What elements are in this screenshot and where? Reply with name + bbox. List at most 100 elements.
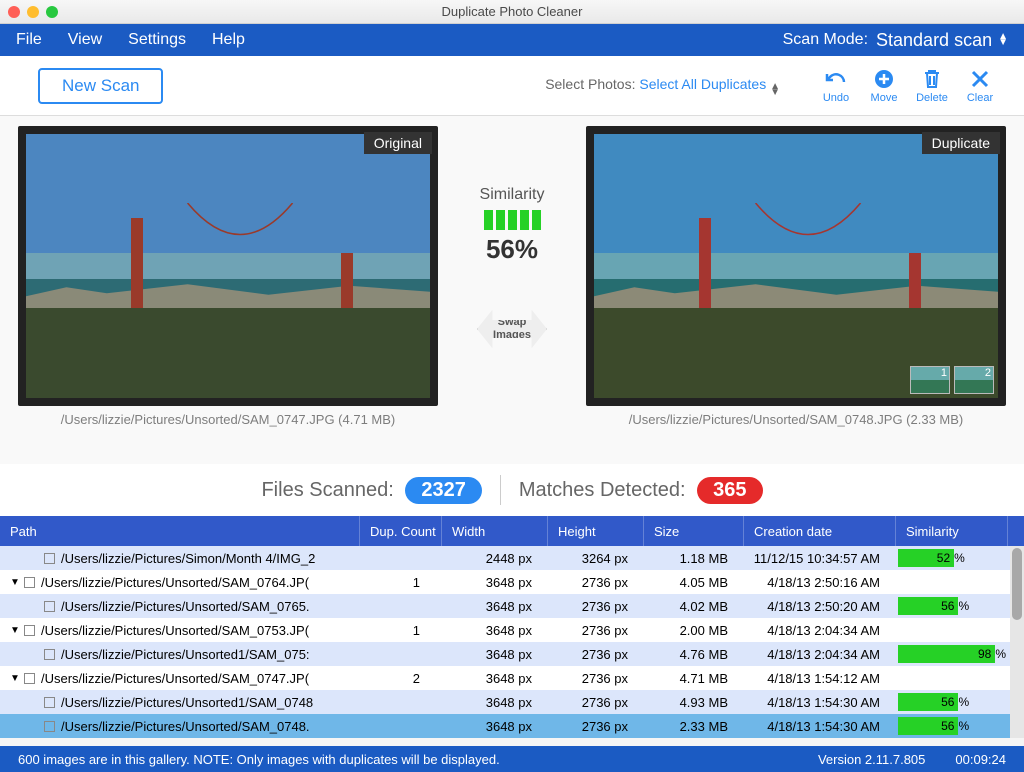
move-label: Move — [871, 92, 898, 104]
table-row[interactable]: ▼/Users/lizzie/Pictures/Unsorted/SAM_076… — [0, 570, 1024, 594]
maximize-icon[interactable] — [46, 6, 58, 18]
table-row[interactable]: ▼ /Users/lizzie/Pictures/Unsorted/SAM_075… — [0, 618, 1024, 642]
menu-file[interactable]: File — [16, 31, 42, 49]
row-date: 4/18/13 1:54:30 AM — [744, 714, 896, 738]
row-size: 2.00 MB — [644, 618, 744, 642]
row-width: 2448 px — [442, 546, 548, 570]
menu-view[interactable]: View — [68, 31, 102, 49]
col-date[interactable]: Creation date — [744, 516, 896, 546]
disclose-icon[interactable]: ▼ — [10, 577, 20, 588]
row-dup — [360, 690, 442, 714]
row-width: 3648 px — [442, 666, 548, 690]
col-size[interactable]: Size — [644, 516, 744, 546]
table-row[interactable]: ▼/Users/lizzie/Pictures/Unsorted/SAM_074… — [0, 666, 1024, 690]
window-title: Duplicate Photo Cleaner — [0, 4, 1024, 19]
toolbar: New Scan Select Photos: Select All Dupli… — [0, 56, 1024, 116]
col-similarity[interactable]: Similarity — [896, 516, 1008, 546]
row-checkbox[interactable] — [44, 649, 55, 660]
thumb-1-num: 1 — [941, 367, 947, 379]
row-date: 4/18/13 1:54:30 AM — [744, 690, 896, 714]
status-message: 600 images are in this gallery. NOTE: On… — [18, 752, 500, 767]
row-dup: 1 — [360, 618, 442, 642]
row-checkbox[interactable] — [24, 625, 35, 636]
menu-settings[interactable]: Settings — [128, 31, 186, 49]
move-icon — [872, 68, 896, 90]
col-height[interactable]: Height — [548, 516, 644, 546]
col-width[interactable]: Width — [442, 516, 548, 546]
new-scan-button[interactable]: New Scan — [38, 68, 163, 104]
stats-divider — [500, 475, 501, 505]
table-row[interactable]: /Users/lizzie/Pictures/Simon/Month 4/IMG… — [0, 546, 1024, 570]
row-width: 3648 px — [442, 570, 548, 594]
matches-label: Matches Detected: — [519, 479, 686, 501]
duplicate-column: Duplicate 1 2 /Users/lizzie/Pictures/Uns… — [586, 126, 1006, 427]
menu-help[interactable]: Help — [212, 31, 245, 49]
row-dup — [360, 546, 442, 570]
duplicate-image[interactable]: Duplicate 1 2 — [586, 126, 1006, 406]
col-path[interactable]: Path — [0, 516, 360, 546]
table-row[interactable]: /Users/lizzie/Pictures/Unsorted1/SAM_074… — [0, 690, 1024, 714]
thumb-2-num: 2 — [985, 367, 991, 379]
select-photos: Select Photos: Select All Duplicates ▲▼ — [545, 76, 780, 96]
col-dup[interactable]: Dup. Count — [360, 516, 442, 546]
scanmode-selector[interactable]: Standard scan — [876, 30, 992, 51]
row-dup — [360, 594, 442, 618]
close-icon[interactable] — [8, 6, 20, 18]
disclose-icon[interactable]: ▼ — [10, 625, 20, 636]
delete-button[interactable]: Delete — [908, 68, 956, 104]
row-checkbox[interactable] — [44, 721, 55, 732]
select-arrows-icon[interactable]: ▲▼ — [770, 84, 780, 96]
row-height: 2736 px — [548, 666, 644, 690]
row-width: 3648 px — [442, 618, 548, 642]
duplicate-badge: Duplicate — [922, 132, 1000, 154]
row-dup: 2 — [360, 666, 442, 690]
matches-value: 365 — [697, 477, 762, 504]
row-date: 4/18/13 1:54:12 AM — [744, 666, 896, 690]
row-path: /Users/lizzie/Pictures/Unsorted/SAM_0748… — [61, 719, 310, 734]
preview-middle: Similarity 56% SwapImages — [438, 126, 586, 361]
sort-arrows-icon[interactable]: ▲▼ — [998, 34, 1008, 46]
table-row[interactable]: /Users/lizzie/Pictures/Unsorted/SAM_0765… — [0, 594, 1024, 618]
row-checkbox[interactable] — [44, 553, 55, 564]
disclose-icon[interactable]: ▼ — [10, 673, 20, 684]
table-scrollbar[interactable] — [1010, 546, 1024, 738]
row-path: /Users/lizzie/Pictures/Unsorted1/SAM_075… — [61, 647, 310, 662]
row-checkbox[interactable] — [44, 697, 55, 708]
select-photos-label: Select Photos: — [545, 76, 635, 92]
row-date: 4/18/13 2:04:34 AM — [744, 642, 896, 666]
undo-button[interactable]: Undo — [812, 68, 860, 104]
row-date: 11/12/15 10:34:57 AM — [744, 546, 896, 570]
swap-line1: Swap — [498, 316, 527, 328]
row-size: 4.93 MB — [644, 690, 744, 714]
row-path: /Users/lizzie/Pictures/Unsorted1/SAM_074… — [61, 695, 313, 710]
row-path: /Users/lizzie/Pictures/Unsorted/SAM_0753… — [41, 623, 309, 638]
clear-button[interactable]: Clear — [956, 68, 1004, 104]
row-similarity — [896, 570, 1008, 594]
minimize-icon[interactable] — [27, 6, 39, 18]
results-table: Path Dup. Count Width Height Size Creati… — [0, 516, 1024, 738]
table-row[interactable]: /Users/lizzie/Pictures/Unsorted/SAM_0748… — [0, 714, 1024, 738]
thumb-1[interactable]: 1 — [910, 366, 950, 394]
row-checkbox[interactable] — [44, 601, 55, 612]
statusbar: 600 images are in this gallery. NOTE: On… — [0, 746, 1024, 772]
original-image[interactable]: Original — [18, 126, 438, 406]
row-path: /Users/lizzie/Pictures/Unsorted/SAM_0765… — [61, 599, 310, 614]
scanmode-label: Scan Mode: — [783, 31, 868, 49]
titlebar: Duplicate Photo Cleaner — [0, 0, 1024, 24]
row-checkbox[interactable] — [24, 577, 35, 588]
table-row[interactable]: /Users/lizzie/Pictures/Unsorted1/SAM_075… — [0, 642, 1024, 666]
trash-icon — [920, 68, 944, 90]
row-similarity — [896, 666, 1008, 690]
select-all-duplicates-link[interactable]: Select All Duplicates — [639, 76, 766, 92]
swap-images-button[interactable]: SwapImages — [477, 297, 547, 361]
row-width: 3648 px — [442, 714, 548, 738]
thumb-2[interactable]: 2 — [954, 366, 994, 394]
row-size: 4.05 MB — [644, 570, 744, 594]
status-time: 00:09:24 — [955, 752, 1006, 767]
move-button[interactable]: Move — [860, 68, 908, 104]
row-similarity: 98% — [896, 642, 1008, 666]
row-checkbox[interactable] — [24, 673, 35, 684]
original-column: Original /Users/lizzie/Pictures/Unsorted… — [18, 126, 438, 427]
clear-icon — [968, 68, 992, 90]
similarity-percent: 56% — [486, 234, 538, 265]
